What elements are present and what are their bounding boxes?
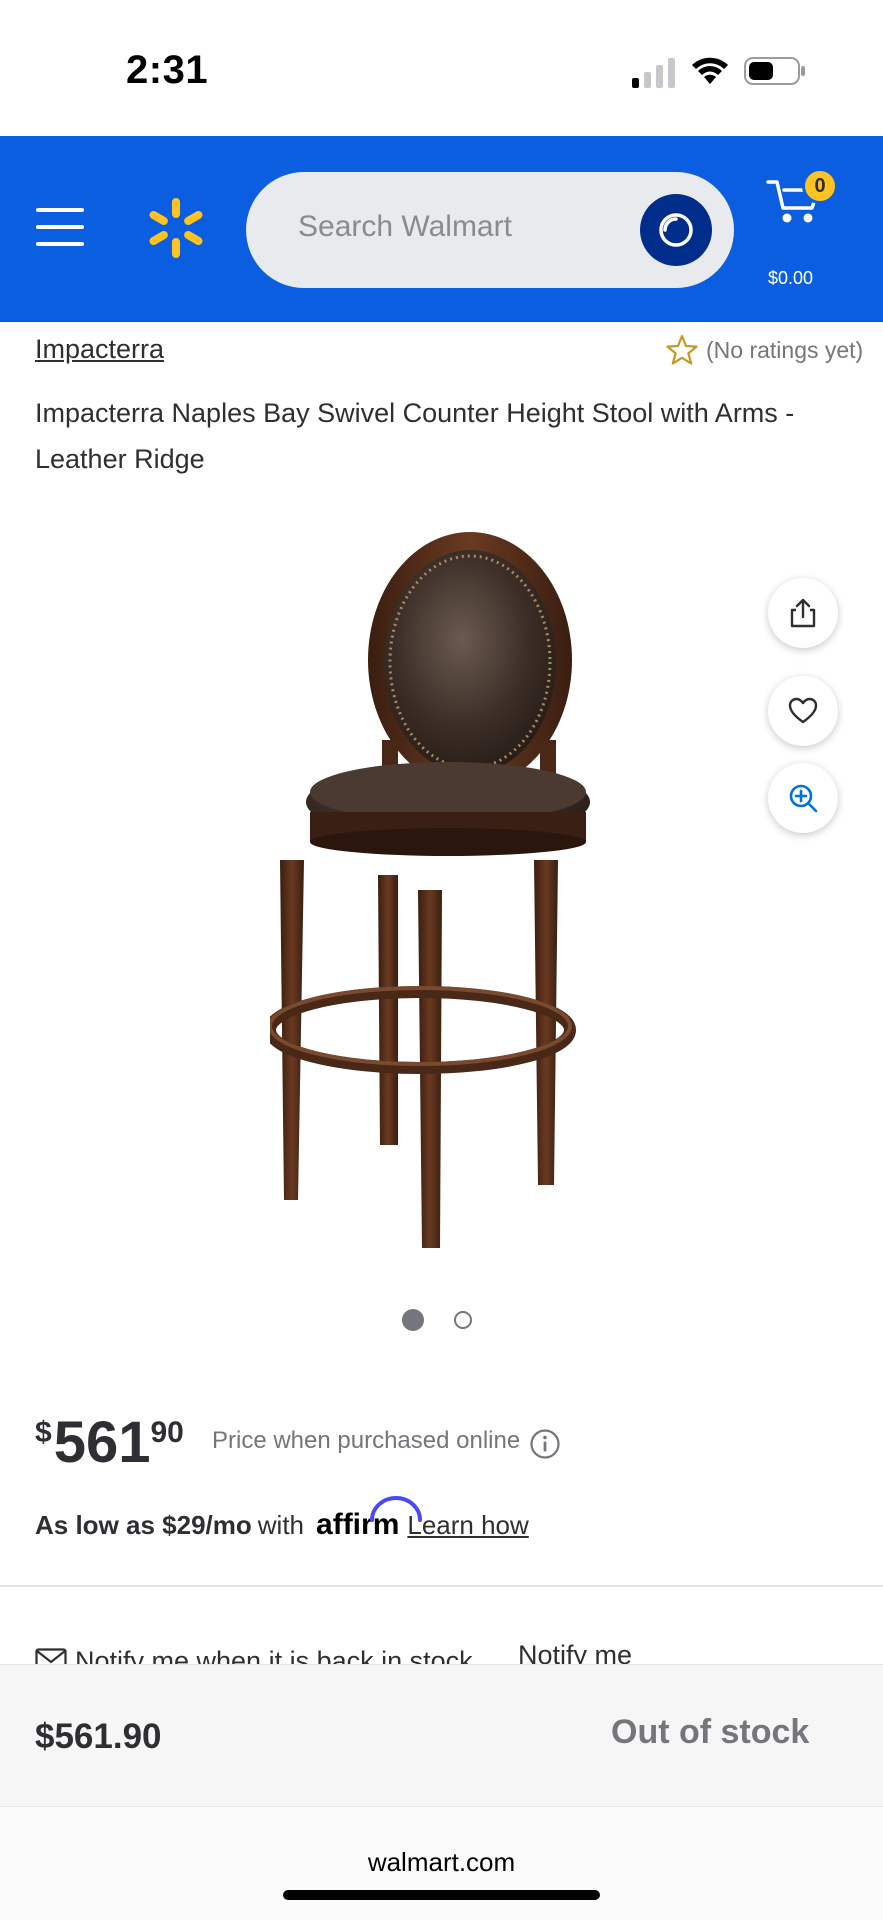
walmart-spark-logo[interactable] — [144, 196, 208, 260]
home-indicator[interactable] — [283, 1890, 600, 1900]
price-note: Price when purchased online — [212, 1427, 521, 1454]
cellular-signal-icon — [632, 58, 675, 88]
sticky-add-to-cart-bar: $561.90 Out of stock — [0, 1664, 883, 1806]
share-button[interactable] — [768, 578, 838, 648]
brand-link[interactable]: Impacterra — [35, 334, 164, 365]
affirm-logo: affirm — [316, 1496, 423, 1542]
header: Search Walmart 0 $0.00 — [0, 136, 883, 322]
rating[interactable]: (No ratings yet) — [666, 334, 863, 366]
product-title: Impacterra Naples Bay Swivel Counter Hei… — [35, 398, 795, 474]
search-placeholder: Search Walmart — [298, 210, 512, 243]
carousel-dot-1[interactable] — [402, 1309, 424, 1331]
divider — [0, 1585, 883, 1587]
bottom-price: $561.90 — [35, 1717, 162, 1756]
search-input[interactable]: Search Walmart — [246, 172, 734, 288]
affirm-with-text: with — [257, 1510, 305, 1540]
star-outline-icon — [666, 334, 698, 365]
cart-total: $0.00 — [768, 268, 814, 288]
battery-icon — [744, 57, 805, 85]
browser-address-bar[interactable]: walmart.com — [0, 1806, 883, 1920]
hamburger-line — [36, 242, 84, 246]
learn-how-link[interactable]: Learn how — [407, 1510, 528, 1541]
search-icon — [659, 213, 693, 247]
cart-button[interactable]: 0 $0.00 — [760, 168, 870, 288]
hamburger-line — [36, 208, 84, 212]
share-icon — [790, 598, 816, 628]
affirm-monthly-text: As low as $29/mo — [35, 1510, 252, 1540]
affirm-arc-icon — [370, 1496, 423, 1522]
out-of-stock-label: Out of stock — [611, 1713, 810, 1751]
zoom-in-icon — [789, 784, 818, 813]
menu-button[interactable] — [36, 206, 86, 248]
affirm-financing: As low as $29/mo with affirm Learn how — [35, 1496, 529, 1542]
price-currency: $ — [35, 1416, 52, 1449]
image-carousel-dots — [402, 1309, 472, 1331]
price: $ 561 90 — [35, 1412, 184, 1474]
rating-text: (No ratings yet) — [706, 336, 864, 363]
hamburger-line — [36, 225, 84, 229]
carousel-dot-2[interactable] — [454, 1311, 472, 1329]
cart-count-badge: 0 — [802, 168, 838, 204]
price-cents: 90 — [150, 1416, 184, 1449]
url-text: walmart.com — [367, 1847, 516, 1877]
wifi-icon — [692, 57, 728, 84]
status-bar: 2:31 — [0, 0, 883, 136]
product-image[interactable] — [270, 530, 610, 1255]
heart-icon — [788, 697, 818, 724]
zoom-button[interactable] — [768, 763, 838, 833]
price-dollars: 561 — [53, 1410, 151, 1475]
status-time: 2:31 — [126, 48, 209, 92]
favorite-button[interactable] — [768, 676, 838, 746]
info-icon[interactable] — [529, 1428, 561, 1460]
search-button[interactable] — [640, 194, 712, 266]
